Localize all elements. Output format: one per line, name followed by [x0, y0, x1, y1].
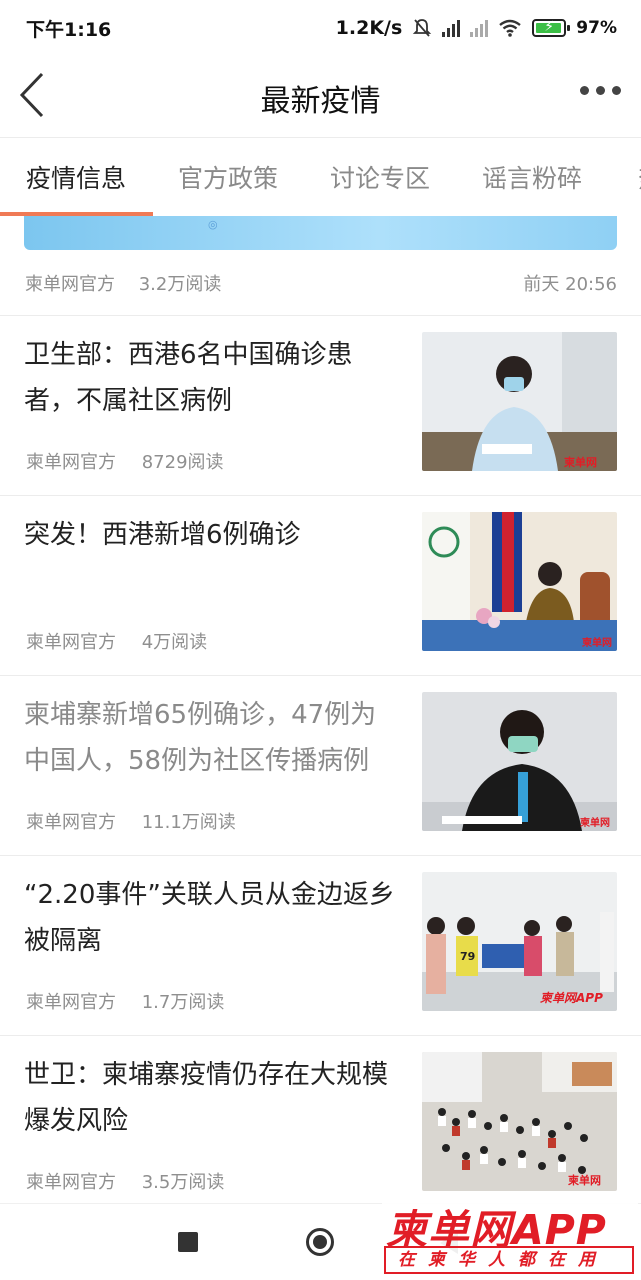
- article-source: 柬单网官方: [26, 1172, 116, 1193]
- news-feed: ◎ 柬单网官方 3.2万阅读 前天 20:56 卫生部：西港6名中国确诊患者，不…: [0, 216, 641, 1216]
- more-dot-icon: [612, 86, 621, 95]
- article-reads: 4万阅读: [141, 632, 208, 653]
- watermark-slogan: 在柬华人都在用: [384, 1246, 634, 1274]
- more-button[interactable]: [580, 86, 621, 95]
- article-headline: 突发！西港新增6例确诊: [24, 520, 301, 550]
- list-item[interactable]: 突发！西港新增6例确诊 柬单网官方 4万阅读 柬单网: [0, 496, 641, 676]
- article-reads: 11.1万阅读: [141, 812, 236, 833]
- mute-bell-icon: [413, 19, 432, 37]
- tab-discussion[interactable]: 讨论专区: [304, 139, 456, 216]
- app-watermark: 柬单网APP 在柬华人都在用: [382, 1192, 638, 1278]
- article-headline: “2.20事件”关联人员从金边返乡被隔离: [24, 880, 395, 956]
- article-headline: 世卫：柬埔寨疫情仍存在大规模爆发风险: [24, 1060, 389, 1136]
- svg-text:柬单网: 柬单网: [581, 636, 612, 649]
- tab-rumor-busting[interactable]: 谣言粉碎: [456, 139, 608, 216]
- article-thumbnail: 柬单网: [422, 692, 617, 831]
- battery-level: 97%: [576, 18, 617, 38]
- article-source: 柬单网官方: [25, 273, 115, 295]
- banner-dot-icon: ◎: [208, 218, 218, 231]
- signal-icon: [442, 19, 461, 37]
- article-thumbnail: 79 柬单网APP: [422, 872, 617, 1011]
- article-meta: 柬单网官方 4万阅读: [26, 628, 207, 654]
- article-meta: 柬单网官方 1.7万阅读: [26, 988, 224, 1014]
- tab-epidemic-info[interactable]: 疫情信息: [0, 139, 154, 216]
- article-reads: 3.2万阅读: [138, 273, 222, 295]
- article-reads: 3.5万阅读: [141, 1172, 225, 1193]
- more-dot-icon: [596, 86, 605, 95]
- article-thumbnail: 柬单网: [422, 512, 617, 651]
- signal-2-icon: [470, 19, 489, 37]
- article-headline: 卫生部：西港6名中国确诊患者，不属社区病例: [24, 340, 353, 416]
- svg-text:柬单网: 柬单网: [579, 816, 610, 829]
- article-source: 柬单网官方: [26, 452, 116, 473]
- article-reads: 8729阅读: [141, 452, 224, 473]
- article-source: 柬单网官方: [26, 812, 116, 833]
- banner-image[interactable]: ◎: [24, 216, 617, 250]
- list-item[interactable]: “2.20事件”关联人员从金边返乡被隔离 柬单网官方 1.7万阅读 79 柬单网…: [0, 856, 641, 1036]
- tab-bar: 疫情信息 官方政策 讨论专区 谣言粉碎 热: [0, 139, 641, 216]
- svg-text:79: 79: [460, 950, 475, 963]
- svg-text:柬单网: 柬单网: [564, 455, 597, 469]
- more-dot-icon: [580, 86, 589, 95]
- status-bar: 下午1:16 1.2K/s ⚡ 97%: [0, 0, 641, 56]
- title-bar: 最新疫情: [0, 56, 641, 138]
- list-item[interactable]: 卫生部：西港6名中国确诊患者，不属社区病例 柬单网官方 8729阅读 柬单网: [0, 316, 641, 496]
- tab-hot[interactable]: 热: [608, 139, 641, 216]
- page-title: 最新疫情: [260, 84, 381, 119]
- list-item[interactable]: 世卫：柬埔寨疫情仍存在大规模爆发风险 柬单网官方 3.5万阅读 柬单网: [0, 1036, 641, 1216]
- article-source: 柬单网官方: [26, 632, 116, 653]
- article-time: 前天 20:56: [523, 273, 617, 295]
- svg-text:柬单网: 柬单网: [568, 1173, 601, 1187]
- tab-official-policy[interactable]: 官方政策: [152, 139, 304, 216]
- status-time: 下午1:16: [26, 18, 112, 41]
- article-source: 柬单网官方: [26, 992, 116, 1013]
- article-meta: 柬单网官方 8729阅读: [26, 448, 224, 474]
- net-speed: 1.2K/s: [335, 17, 403, 39]
- battery-icon: ⚡: [532, 19, 571, 37]
- list-item-meta[interactable]: 柬单网官方 3.2万阅读 前天 20:56: [0, 250, 641, 316]
- list-item[interactable]: 柬埔寨新增65例确诊，47例为中国人，58例为社区传播病例 柬单网官方 11.1…: [0, 676, 641, 856]
- article-thumbnail: 柬单网: [422, 332, 617, 471]
- svg-text:柬单网APP: 柬单网APP: [540, 991, 603, 1005]
- article-meta: 柬单网官方 3.5万阅读: [26, 1168, 224, 1194]
- article-thumbnail: 柬单网: [422, 1052, 617, 1191]
- recent-apps-button[interactable]: [178, 1232, 198, 1252]
- article-headline: 柬埔寨新增65例确诊，47例为中国人，58例为社区传播病例: [24, 700, 377, 776]
- status-icons: 1.2K/s ⚡ 97%: [336, 17, 617, 39]
- article-meta: 柬单网官方 11.1万阅读: [26, 808, 236, 834]
- wifi-icon: [499, 19, 522, 37]
- article-reads: 1.7万阅读: [141, 992, 225, 1013]
- home-button[interactable]: [306, 1228, 334, 1256]
